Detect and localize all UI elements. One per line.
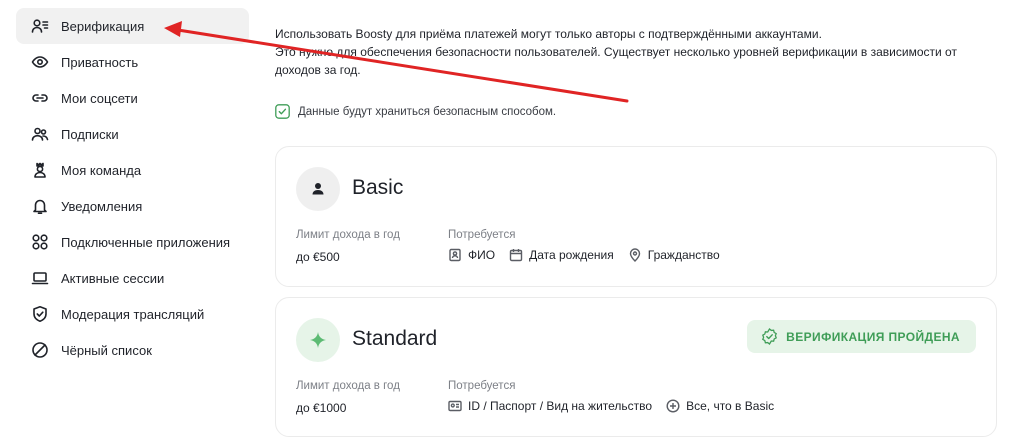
verification-passed-badge: ВЕРИФИКАЦИЯ ПРОЙДЕНА bbox=[747, 320, 976, 353]
sidebar-item-label: Чёрный список bbox=[61, 342, 152, 358]
settings-sidebar: Верификация Приватность Мои соцсети Подп… bbox=[16, 8, 249, 368]
sidebar-item-sessions[interactable]: Активные сессии bbox=[16, 260, 249, 296]
sidebar-item-label: Подключенные приложения bbox=[61, 234, 231, 250]
verification-icon bbox=[31, 17, 49, 35]
badge-text: ВЕРИФИКАЦИЯ ПРОЙДЕНА bbox=[786, 329, 960, 344]
income-limit-value: до €1000 bbox=[296, 401, 347, 415]
shield-check-icon bbox=[31, 305, 49, 323]
requirement-item: ФИО bbox=[448, 248, 495, 262]
intro-line: Это нужно для обеспечения безопасности п… bbox=[275, 45, 957, 59]
requirement-text: ID / Паспорт / Вид на жительство bbox=[468, 399, 653, 413]
requirement-item: Гражданство bbox=[628, 248, 720, 262]
tier-card-standard: Standard ВЕРИФИКАЦИЯ ПРОЙДЕНА Лимит дохо… bbox=[275, 297, 997, 437]
sidebar-item-socials[interactable]: Мои соцсети bbox=[16, 80, 249, 116]
team-icon bbox=[31, 161, 49, 179]
sidebar-item-verification[interactable]: Верификация bbox=[16, 8, 249, 44]
sidebar-item-label: Модерация трансляций bbox=[61, 306, 205, 322]
apps-icon bbox=[31, 233, 49, 251]
person-icon bbox=[296, 167, 340, 211]
requirement-text: ФИО bbox=[468, 248, 496, 262]
requirements-list: ФИО Дата рождения Гражданство bbox=[448, 248, 734, 262]
secure-data-note: Данные будут храниться безопасным способ… bbox=[275, 104, 556, 119]
location-pin-icon bbox=[629, 248, 640, 262]
passport-icon bbox=[448, 400, 462, 412]
sidebar-item-blacklist[interactable]: Чёрный список bbox=[16, 332, 249, 368]
income-limit-value: до €500 bbox=[296, 250, 340, 264]
intro-line: доходов за год. bbox=[275, 63, 361, 77]
sidebar-item-notifications[interactable]: Уведомления bbox=[16, 188, 249, 224]
bell-icon bbox=[31, 197, 49, 215]
tier-card-basic: Basic Лимит дохода в год до €500 Потребу… bbox=[275, 146, 997, 287]
requirement-text: Дата рождения bbox=[529, 248, 614, 262]
sparkle-icon bbox=[296, 318, 340, 362]
sidebar-item-label: Моя команда bbox=[61, 162, 142, 178]
tier-title: Standard bbox=[352, 327, 438, 350]
requirement-text: Все, что в Basic bbox=[686, 399, 775, 413]
block-icon bbox=[31, 341, 49, 359]
requirement-item: ID / Паспорт / Вид на жительство bbox=[448, 399, 652, 413]
sidebar-item-label: Уведомления bbox=[61, 198, 143, 214]
sidebar-item-team[interactable]: Моя команда bbox=[16, 152, 249, 188]
sidebar-item-label: Мои соцсети bbox=[61, 90, 138, 106]
income-limit-label: Лимит дохода в год bbox=[296, 229, 400, 241]
sidebar-item-apps[interactable]: Подключенные приложения bbox=[16, 224, 249, 260]
id-card-icon bbox=[449, 248, 461, 262]
requirement-item: Все, что в Basic bbox=[666, 399, 774, 413]
requirements-label: Потребуется bbox=[448, 229, 516, 241]
income-limit-label: Лимит дохода в год bbox=[296, 380, 400, 392]
intro-line: Использовать Boosty для приёма платежей … bbox=[275, 27, 822, 41]
requirement-item: Дата рождения bbox=[509, 248, 614, 262]
plus-circle-icon bbox=[666, 399, 680, 413]
subscribers-icon bbox=[31, 125, 49, 143]
tier-title: Basic bbox=[352, 176, 404, 199]
verified-badge-icon bbox=[762, 328, 778, 345]
eye-icon bbox=[31, 53, 49, 71]
link-icon bbox=[31, 89, 49, 107]
sidebar-item-privacy[interactable]: Приватность bbox=[16, 44, 249, 80]
intro-text: Использовать Boosty для приёма платежей … bbox=[275, 25, 975, 79]
sidebar-item-label: Верификация bbox=[61, 18, 145, 34]
requirements-list: ID / Паспорт / Вид на жительство Все, чт… bbox=[448, 399, 788, 413]
sidebar-item-subscriptions[interactable]: Подписки bbox=[16, 116, 249, 152]
sidebar-item-label: Активные сессии bbox=[61, 270, 165, 286]
secure-note-text: Данные будут храниться безопасным способ… bbox=[298, 105, 557, 118]
sidebar-item-stream-moderation[interactable]: Модерация трансляций bbox=[16, 296, 249, 332]
requirements-label: Потребуется bbox=[448, 380, 516, 392]
sidebar-item-label: Приватность bbox=[61, 54, 139, 70]
laptop-icon bbox=[31, 269, 49, 287]
checkbox-check-icon bbox=[275, 104, 290, 119]
requirement-text: Гражданство bbox=[647, 248, 720, 262]
sidebar-item-label: Подписки bbox=[61, 126, 119, 142]
calendar-icon bbox=[509, 249, 523, 262]
